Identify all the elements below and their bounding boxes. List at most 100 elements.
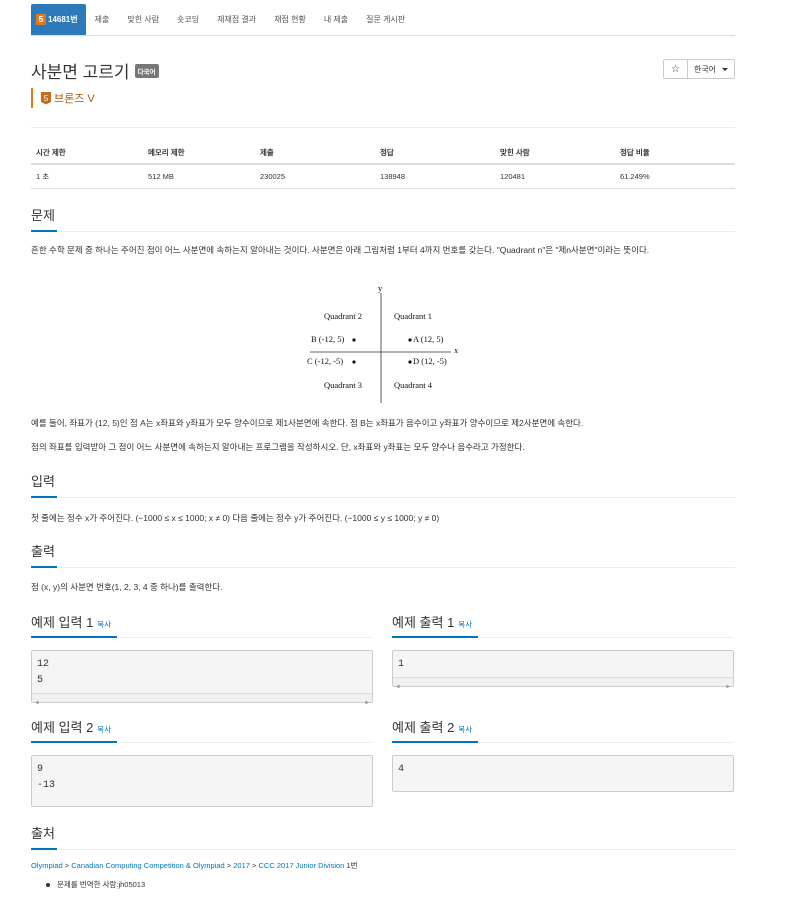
- quadrant-2-label: Quadrant 2: [324, 311, 363, 321]
- input-heading-text: 입력: [31, 474, 55, 489]
- sample-output-1-heading: 예제 출력 1 복사: [392, 612, 734, 638]
- nav-problem-number: 14681번: [48, 15, 78, 24]
- bullet-icon: [46, 882, 50, 887]
- stats-value: 512 MB: [143, 164, 255, 189]
- quadrant-3-label: Quadrant 3: [324, 380, 363, 390]
- stats-value: 138948: [375, 164, 495, 189]
- nav-short-coding[interactable]: 숏코딩: [168, 4, 208, 35]
- sample-input-2-text: 9 -13: [37, 764, 56, 791]
- heading-underline: [31, 741, 117, 743]
- breadcrumb-separator: >: [62, 861, 72, 870]
- sample-input-1-box[interactable]: 12 5 ◀ ▶: [31, 650, 373, 706]
- stats-header: 맞힌 사람: [495, 142, 615, 165]
- nav-problem-tab[interactable]: 5 14681번: [31, 4, 86, 35]
- y-axis-label: y: [378, 283, 383, 293]
- problem-description: 흔한 수학 문제 중 하나는 주어진 점이 어느 사분면에 속하는지 알아내는 …: [31, 245, 650, 255]
- title-row: 사분면 고르기 다국어: [31, 58, 159, 83]
- heading-underline: [31, 848, 57, 850]
- heading-underline: [31, 566, 57, 568]
- quadrant-4-label: Quadrant 4: [394, 380, 433, 390]
- stats-header: 제출: [255, 142, 375, 165]
- tier-label: 브론즈 V: [54, 93, 95, 105]
- x-axis-label: x: [454, 345, 459, 355]
- point-a-label: A (12, 5): [413, 334, 444, 344]
- output-heading-text: 출력: [31, 544, 55, 559]
- sample-input-2-box[interactable]: 9 -13: [31, 755, 373, 807]
- problem-heading-text: 문제: [31, 208, 55, 223]
- stats-value-row: 1 초 512 MB 230025 138948 120481 61.249%: [31, 164, 735, 189]
- source-heading-text: 출처: [31, 826, 55, 841]
- stats-value: 230025: [255, 164, 375, 189]
- stats-table: 시간 제한 메모리 제한 제출 정답 맞힌 사람 정답 비율 1 초 512 M…: [31, 142, 735, 189]
- heading-underline: [31, 230, 57, 232]
- translator-label: 문제를 번역한 사람:: [57, 880, 119, 889]
- stats-header-row: 시간 제한 메모리 제한 제출 정답 맞힌 사람 정답 비율: [31, 142, 735, 165]
- caret-down-icon: [722, 67, 729, 71]
- problem-heading: 문제: [31, 205, 735, 232]
- horizontal-scrollbar[interactable]: ◀ ▶: [393, 677, 733, 690]
- page-title: 사분면 고르기: [31, 63, 130, 82]
- heading-underline: [31, 496, 57, 498]
- star-button[interactable]: ☆: [663, 59, 688, 79]
- sample-output-2-heading: 예제 출력 2 복사: [392, 717, 734, 743]
- sample-output-1-text: 1: [398, 659, 405, 670]
- stats-value: 1 초: [31, 164, 143, 189]
- quadrant-figure: y x Quadrant 2 Quadrant 1 B (-12, 5) A (…: [300, 283, 470, 405]
- source-breadcrumb: Olympiad > Canadian Computing Competitio…: [31, 860, 358, 871]
- nav-solved-users[interactable]: 맞힌 사람: [118, 4, 168, 35]
- copy-button[interactable]: 복사: [97, 725, 111, 734]
- sample-output-2-box[interactable]: 4: [392, 755, 734, 792]
- stats-value: 120481: [495, 164, 615, 189]
- nav-submit[interactable]: 제출: [86, 4, 119, 35]
- heading-underline: [392, 741, 478, 743]
- source-link-year[interactable]: 2017: [233, 861, 250, 870]
- translator-item: 문제를 번역한 사람: jh05013: [46, 879, 145, 890]
- nav-rejudge-results[interactable]: 재채점 결과: [208, 4, 265, 35]
- output-heading: 출력: [31, 541, 735, 568]
- copy-button[interactable]: 복사: [458, 725, 472, 734]
- language-label: 한국어: [693, 64, 717, 74]
- heading-underline: [392, 636, 478, 638]
- sample-input-2-heading: 예제 입력 2 복사: [31, 717, 373, 743]
- heading-underline: [31, 636, 117, 638]
- stats-header: 정답: [375, 142, 495, 165]
- tier-label-row[interactable]: 5 브론즈 V: [31, 88, 95, 108]
- scroll-left-icon[interactable]: ◀: [396, 679, 400, 695]
- nav-qna-board[interactable]: 질문 게시판: [357, 4, 414, 35]
- quadrant-1-label: Quadrant 1: [394, 311, 433, 321]
- bronze-tier-icon: 5: [41, 91, 51, 105]
- divider: [31, 127, 735, 128]
- translator-name[interactable]: jh05013: [118, 880, 145, 889]
- sample-output-1-box[interactable]: 1 ◀ ▶: [392, 650, 734, 690]
- sample-output-2-text: 4: [398, 764, 405, 775]
- copy-button[interactable]: 복사: [97, 620, 111, 629]
- multilang-tag: 다국어: [134, 63, 159, 78]
- point-d-label: D (12, -5): [413, 356, 447, 366]
- tier-badge-icon: 5: [36, 14, 46, 25]
- source-link-ccc[interactable]: Canadian Computing Competition & Olympia…: [71, 861, 224, 870]
- sample-input-1-title: 예제 입력 1: [31, 615, 94, 630]
- point-b-label: B (-12, 5): [311, 334, 345, 344]
- nav-my-submissions[interactable]: 내 제출: [315, 4, 357, 35]
- source-link-division[interactable]: CCC 2017 Junior Division: [258, 861, 344, 870]
- problem-example-text: 예를 들어, 좌표가 (12, 5)인 점 A는 x좌표와 y좌표가 모두 양수…: [31, 418, 584, 428]
- nav-status[interactable]: 채점 현황: [265, 4, 315, 35]
- stats-header: 메모리 제한: [143, 142, 255, 165]
- input-heading: 입력: [31, 471, 735, 498]
- stats-value: 61.249%: [615, 164, 735, 189]
- output-description: 점 (x, y)의 사분면 번호(1, 2, 3, 4 중 하나)를 출력한다.: [31, 582, 223, 592]
- source-heading: 출처: [31, 823, 735, 850]
- sample-input-1-text: 12 5: [37, 659, 50, 686]
- stats-header: 시간 제한: [31, 142, 143, 165]
- copy-button[interactable]: 복사: [458, 620, 472, 629]
- language-dropdown[interactable]: 한국어: [687, 59, 735, 79]
- source-link-olympiad[interactable]: Olympiad: [31, 861, 63, 870]
- stats-header: 정답 비율: [615, 142, 735, 165]
- sample-input-2-title: 예제 입력 2: [31, 720, 94, 735]
- problem-nav: 5 14681번 제출 맞힌 사람 숏코딩 재채점 결과 채점 현황 내 제출 …: [31, 4, 735, 36]
- input-description: 첫 줄에는 정수 x가 주어진다. (−1000 ≤ x ≤ 1000; x ≠…: [31, 513, 440, 523]
- scroll-right-icon[interactable]: ▶: [726, 679, 730, 695]
- scroll-right-icon[interactable]: ▶: [365, 695, 369, 711]
- scroll-left-icon[interactable]: ◀: [35, 695, 39, 711]
- horizontal-scrollbar[interactable]: ◀ ▶: [32, 693, 372, 706]
